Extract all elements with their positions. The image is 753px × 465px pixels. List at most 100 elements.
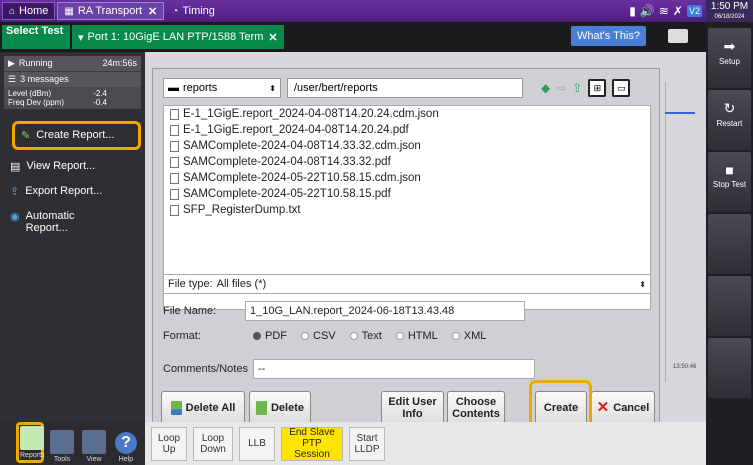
empty-soft-key[interactable]: [708, 276, 751, 336]
right-panel: ➡ Setup ↻ Restart ■ Stop Test: [706, 22, 753, 465]
messages-icon: ☰: [8, 74, 17, 84]
whats-this-button[interactable]: What's This?: [570, 26, 646, 46]
file-name: SAMComplete-2024-05-22T10.58.15.cdm.json: [183, 172, 421, 184]
back-icon[interactable]: ◆: [541, 81, 550, 95]
up-icon[interactable]: ⇧: [572, 81, 582, 95]
create-report-dialog: ▬ reports ⬍ /user/bert/reports ◆ ⇨ ⇧ ⊞ ▭…: [152, 68, 660, 425]
comments-input[interactable]: --: [253, 359, 535, 379]
status-box: ▶ Running 24m:56s ☰ 3 messages Level (dB…: [4, 56, 141, 109]
choose-contents-button[interactable]: Choose Contents: [447, 391, 505, 425]
restart-icon: ↻: [723, 100, 736, 116]
file-name: E-1_1GigE.report_2024-04-08T14.20.24.pdf: [183, 124, 409, 136]
tab-timing[interactable]: ◔ Timing: [166, 2, 221, 20]
forward-icon[interactable]: ⇨: [556, 81, 566, 95]
metric-freq: Freq Dev (ppm) -0.4: [8, 98, 137, 107]
help-label: Help: [118, 456, 134, 463]
clock-date: 06/18/2024: [714, 14, 745, 20]
help-button[interactable]: ? Help: [112, 432, 140, 463]
list-item[interactable]: SAMComplete-2024-05-22T10.58.15.pdf: [164, 186, 650, 202]
delete-button[interactable]: Delete: [249, 391, 311, 425]
location-dropdown[interactable]: ▬ reports ⬍: [163, 78, 281, 98]
cancel-button[interactable]: ✕ Cancel: [591, 391, 655, 425]
empty-soft-key[interactable]: [708, 214, 751, 274]
edit-user-info-button[interactable]: Edit User Info: [381, 391, 444, 425]
path-field[interactable]: /user/bert/reports: [287, 78, 523, 98]
file-name-input[interactable]: 1_10G_LAN.report_2024-06-18T13.43.48: [245, 301, 525, 321]
grid-view-icon[interactable]: ⊞: [588, 79, 607, 97]
automatic-report-item[interactable]: ◉ Automatic Report...: [0, 204, 145, 240]
radio-text[interactable]: Text: [349, 330, 382, 342]
test-bar: Select Test ▾ Port 1: 10GigE LAN PTP/158…: [0, 22, 706, 52]
create-report-label: Create Report...: [36, 129, 115, 141]
list-view-icon[interactable]: ▭: [612, 79, 631, 97]
tab-home[interactable]: ⌂ Home: [2, 2, 56, 20]
tools-button[interactable]: Tools: [48, 430, 76, 463]
empty-soft-key[interactable]: [708, 338, 751, 398]
radio-label: XML: [463, 330, 487, 342]
loop-down-button[interactable]: Loop Down: [193, 426, 233, 461]
running-row: ▶ Running 24m:56s: [4, 56, 141, 71]
radio-pdf[interactable]: PDF: [253, 330, 287, 342]
bottom-icons: Reports Tools View ? Help: [0, 422, 145, 465]
list-item[interactable]: SAMComplete-2024-04-08T14.33.32.cdm.json: [164, 138, 650, 154]
radio-label: CSV: [313, 330, 336, 342]
chevron-updown-icon: ⬍: [269, 83, 276, 93]
tab-home-label: Home: [19, 5, 49, 17]
clock: 1:50 PM 06/18/2024: [706, 0, 753, 22]
pencil-icon: ✎: [21, 130, 31, 142]
metric-level: Level (dBm) -2.4: [8, 89, 137, 98]
level-value: -2.4: [93, 89, 107, 98]
export-report-item[interactable]: ⇪ Export Report...: [0, 179, 145, 204]
reports-icon: [20, 426, 44, 450]
tab-ra-transport[interactable]: ▦ RA Transport ✕: [57, 2, 165, 20]
elapsed-time: 24m:56s: [102, 58, 137, 68]
file-icon: [170, 156, 179, 168]
view-report-item[interactable]: ▤ View Report...: [0, 154, 145, 179]
radio-label: HTML: [407, 330, 438, 342]
radio-xml[interactable]: XML: [451, 330, 487, 342]
radio-html[interactable]: HTML: [395, 330, 438, 342]
left-panel: ▶ Running 24m:56s ☰ 3 messages Level (dB…: [0, 52, 145, 422]
graph-trace: [665, 112, 695, 114]
home-icon: ⌂: [9, 5, 16, 17]
file-name: SFP_RegisterDump.txt: [183, 204, 301, 216]
end-slave-ptp-button[interactable]: End Slave PTP Session: [281, 426, 343, 461]
file-icon: [170, 172, 179, 184]
file-type-select[interactable]: File type: All files (*) ⬍: [163, 274, 651, 294]
file-type-label: File type:: [168, 278, 213, 290]
select-test-button[interactable]: Select Test: [2, 25, 70, 49]
list-item[interactable]: SAMComplete-2024-04-08T14.33.32.pdf: [164, 154, 650, 170]
file-name: SAMComplete-2024-04-08T14.33.32.cdm.json: [183, 140, 421, 152]
start-lldp-button[interactable]: Start LLDP: [349, 426, 385, 461]
llb-button[interactable]: LLB: [239, 426, 275, 461]
list-item[interactable]: E-1_1GigE.report_2024-04-08T14.20.24.pdf: [164, 122, 650, 138]
close-icon[interactable]: ✕: [148, 5, 157, 18]
list-item[interactable]: SAMComplete-2024-05-22T10.58.15.cdm.json: [164, 170, 650, 186]
port-tab[interactable]: ▾ Port 1: 10GigE LAN PTP/1588 Term ✕: [72, 25, 284, 49]
messages-row[interactable]: ☰ 3 messages: [4, 71, 141, 87]
file-icon: [170, 188, 179, 200]
setup-button[interactable]: ➡ Setup: [708, 28, 751, 88]
loop-up-button[interactable]: Loop Up: [151, 426, 187, 461]
close-icon[interactable]: ✕: [268, 31, 277, 44]
radio-label: PDF: [265, 330, 287, 342]
comments-label: Comments/Notes: [163, 363, 248, 375]
delete-label: Delete: [270, 402, 305, 414]
stop-test-button[interactable]: ■ Stop Test: [708, 152, 751, 212]
delete-all-button[interactable]: Delete All: [161, 391, 245, 425]
view-button[interactable]: View: [80, 430, 108, 463]
list-item[interactable]: SFP_RegisterDump.txt: [164, 202, 650, 218]
list-item[interactable]: E-1_1GigE.report_2024-04-08T14.20.24.cdm…: [164, 106, 650, 122]
graph-timestamp: 13:50:46: [673, 364, 697, 370]
chevron-down-icon: ▾: [78, 31, 84, 44]
camera-icon[interactable]: [668, 29, 688, 43]
restart-button[interactable]: ↻ Restart: [708, 90, 751, 150]
file-name-label: File Name:: [163, 305, 217, 317]
radio-csv[interactable]: CSV: [301, 330, 336, 342]
format-row: Format: PDF CSV Text HTML XML: [163, 330, 486, 342]
create-report-item[interactable]: ✎ Create Report...: [12, 121, 141, 150]
reports-button[interactable]: Reports: [16, 422, 45, 463]
radio-label: Text: [361, 330, 382, 342]
status-badge: V2: [686, 5, 702, 17]
export-report-label: Export Report...: [25, 185, 103, 197]
